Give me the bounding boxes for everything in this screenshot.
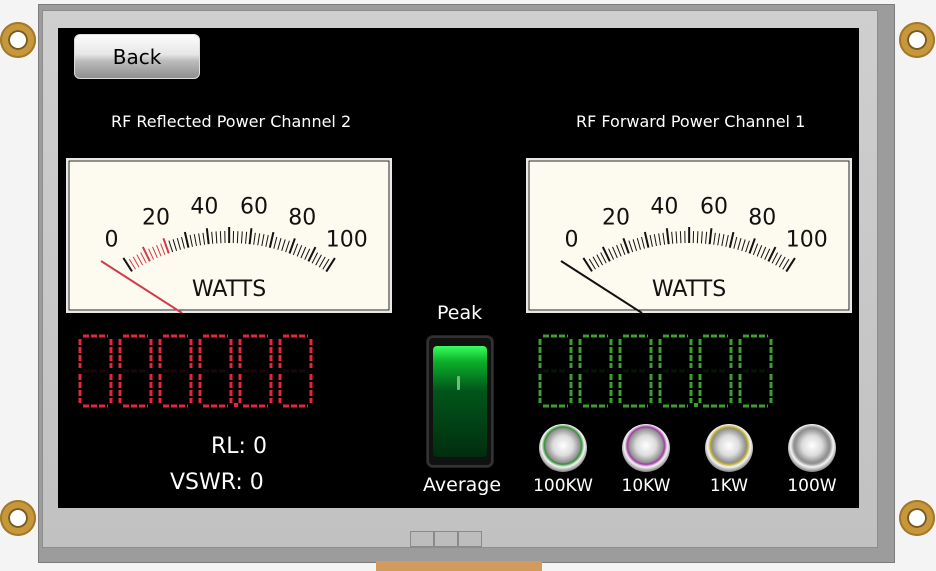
range-button-label: 100KW [533, 476, 593, 496]
meter-tick [219, 231, 222, 244]
connector-pad [410, 531, 434, 547]
segment-digit [78, 334, 113, 408]
connector-pad [458, 531, 482, 547]
meter-scale-label: 100 [326, 228, 368, 253]
meter-tick [236, 231, 239, 244]
seven-segment-display [78, 334, 313, 408]
average-label: Average [423, 474, 502, 496]
lcd-screen: Back RF Reflected Power Channel 2 RF For… [58, 28, 859, 508]
segment-digit [738, 334, 773, 408]
meter-scale-label: 20 [142, 206, 170, 231]
mount-hole-bottom-right [899, 500, 935, 536]
meter-unit-label: WATTS [652, 277, 726, 302]
mount-hole-bottom-left [0, 500, 36, 536]
mount-hole-top-right [899, 22, 935, 58]
segment-digit [118, 334, 153, 408]
range-button-label: 10KW [621, 476, 671, 496]
mount-hole-top-left [0, 22, 36, 58]
segment-digit [578, 334, 613, 408]
range-button-1kw[interactable] [705, 424, 753, 472]
segment-digit [538, 334, 573, 408]
reflected-power-readout [78, 334, 315, 412]
meter-scale-label: 80 [288, 206, 316, 231]
segment-digit [198, 334, 238, 408]
segment-digit [158, 334, 193, 408]
meter-scale-label: 60 [700, 194, 728, 219]
peak-label: Peak [437, 302, 483, 324]
range-button-100w[interactable] [788, 424, 836, 472]
meter-unit-label: WATTS [192, 277, 266, 302]
vswr-readout: VSWR: 0 [170, 470, 264, 495]
switch-rocker [433, 346, 487, 457]
meter-scale-label: 80 [748, 206, 776, 231]
reflected-power-meter: 0 20 40 60 80 100 WATTS [66, 158, 392, 314]
segment-digit [658, 334, 698, 408]
meter-tick [696, 231, 699, 244]
meter-dial: 0 20 40 60 80 100 WATTS [66, 158, 392, 314]
forward-power-meter: 0 20 40 60 80 100 WATTS [526, 158, 852, 314]
segment-digit [698, 334, 733, 408]
range-button-100kw[interactable] [539, 424, 587, 472]
back-button[interactable]: Back [74, 34, 200, 79]
switch-indicator [457, 376, 460, 390]
meter-dial: 0 20 40 60 80 100 WATTS [526, 158, 852, 314]
forward-power-readout [538, 334, 775, 412]
segment-digit [618, 334, 653, 408]
rl-readout: RL: 0 [211, 434, 267, 459]
meter-scale-label: 40 [190, 194, 218, 219]
meter-scale-label: 20 [602, 206, 630, 231]
seven-segment-display [538, 334, 773, 408]
reflected-channel-title: RF Reflected Power Channel 2 [111, 112, 352, 131]
range-button-label: 1KW [709, 476, 749, 496]
meter-scale-label: 100 [786, 228, 828, 253]
connector-pad [434, 531, 458, 547]
range-button-label: 100W [787, 476, 837, 496]
range-button-10kw[interactable] [622, 424, 670, 472]
meter-tick [679, 231, 682, 244]
segment-digit [238, 334, 273, 408]
segment-digit [278, 334, 313, 408]
meter-scale-label: 60 [240, 194, 268, 219]
forward-channel-title: RF Forward Power Channel 1 [576, 112, 806, 131]
peak-average-switch[interactable] [427, 336, 493, 467]
meter-scale-label: 0 [565, 227, 579, 252]
meter-scale-label: 40 [650, 194, 678, 219]
meter-scale-label: 0 [105, 227, 119, 252]
flex-cable [376, 561, 542, 571]
